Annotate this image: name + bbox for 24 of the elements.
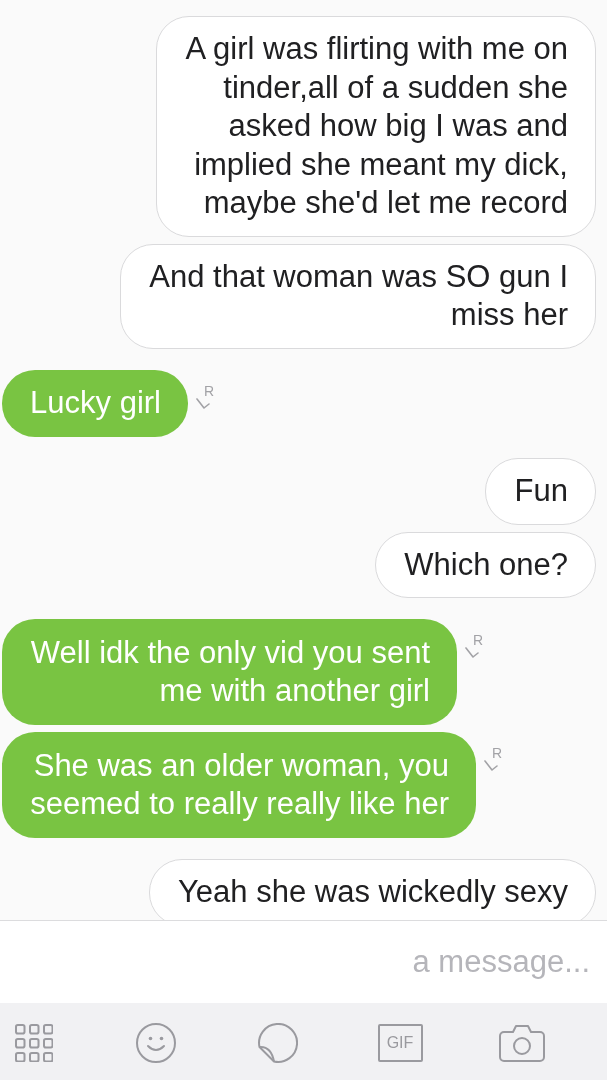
- message-bubble: Which one?: [375, 531, 596, 598]
- message-bubble: Lucky girl: [2, 369, 188, 437]
- read-receipt-label: R: [203, 384, 214, 397]
- read-receipt-label: R: [472, 634, 483, 646]
- emoji-button[interactable]: [136, 1023, 176, 1063]
- camera-icon: [499, 1024, 545, 1062]
- sticker-button[interactable]: [258, 1023, 298, 1063]
- check-icon: [484, 760, 498, 771]
- camera-button[interactable]: [499, 1024, 545, 1062]
- check-icon: [465, 647, 479, 658]
- sticker-icon: [258, 1023, 298, 1063]
- message-bubble: And that woman was SO gun I miss her: [120, 243, 596, 349]
- message-bubble: She was an older woman, you seemed to really really like her: [2, 732, 476, 838]
- message-bubble: Yeah she was wickedly sexy: [149, 859, 596, 920]
- message-bubble: Fun: [485, 458, 596, 525]
- apps-button[interactable]: [15, 1024, 53, 1062]
- smiley-icon: [136, 1023, 176, 1063]
- gif-button[interactable]: GIF: [377, 1024, 423, 1062]
- grid-icon: [15, 1024, 53, 1062]
- read-receipt-label: R: [491, 747, 502, 759]
- message-input[interactable]: a message...: [0, 920, 607, 1003]
- message-bubble: Well idk the only vid you sent me with another girl: [2, 619, 457, 725]
- message-bubble: A girl was flirting with me on tinder,all of a sudden she asked how big I was and implied she meant my dick, maybe she'd let me record: [156, 16, 596, 237]
- check-icon: [196, 397, 210, 409]
